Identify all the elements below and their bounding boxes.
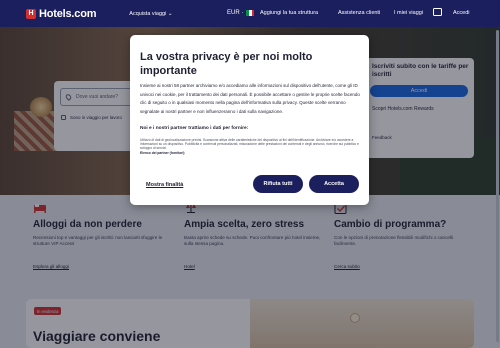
consent-purposes-text: Utilizzo di dati di geolocalizzazione pr… — [140, 138, 362, 155]
messages-icon[interactable] — [433, 8, 442, 16]
privacy-consent-dialog: La vostra privacy è per noi molto import… — [130, 35, 369, 205]
italy-flag-icon — [246, 10, 255, 16]
partners-list-link[interactable]: Elenco dei partner (fornitori) — [140, 151, 362, 155]
my-trips-link[interactable]: I miei viaggi — [394, 10, 423, 16]
accept-button[interactable]: Accetta — [309, 175, 359, 193]
consent-purposes-list: Utilizzo di dati di geolocalizzazione pr… — [140, 138, 360, 151]
hotels-logo[interactable]: H Hotels.com — [26, 8, 96, 20]
hotels-logo-text: Hotels.com — [39, 7, 97, 20]
customer-support-link[interactable]: Assistenza clienti — [338, 10, 380, 16]
reject-all-button[interactable]: Rifiuta tutti — [253, 175, 303, 193]
top-header: H Hotels.com Acquista viaggi ⌄ EUR · Agg… — [0, 0, 500, 27]
consent-title: La vostra privacy è per noi molto import… — [140, 51, 313, 77]
consent-subtitle: Noi e i nostri partner trattiamo i dati … — [140, 126, 249, 131]
currency-label: EUR · — [227, 10, 244, 16]
login-link[interactable]: Accedi — [453, 10, 470, 16]
show-purposes-link[interactable]: Mostra finalità — [146, 182, 183, 188]
shop-travel-menu[interactable]: Acquista viaggi ⌄ — [129, 11, 172, 17]
consent-body: Insieme ai nostri 58 partner archiviamo … — [140, 83, 360, 114]
add-property-link[interactable]: Aggiungi la tua struttura — [260, 10, 318, 16]
language-currency-selector[interactable]: EUR · — [227, 10, 255, 16]
hotels-logo-mark: H — [26, 8, 36, 19]
